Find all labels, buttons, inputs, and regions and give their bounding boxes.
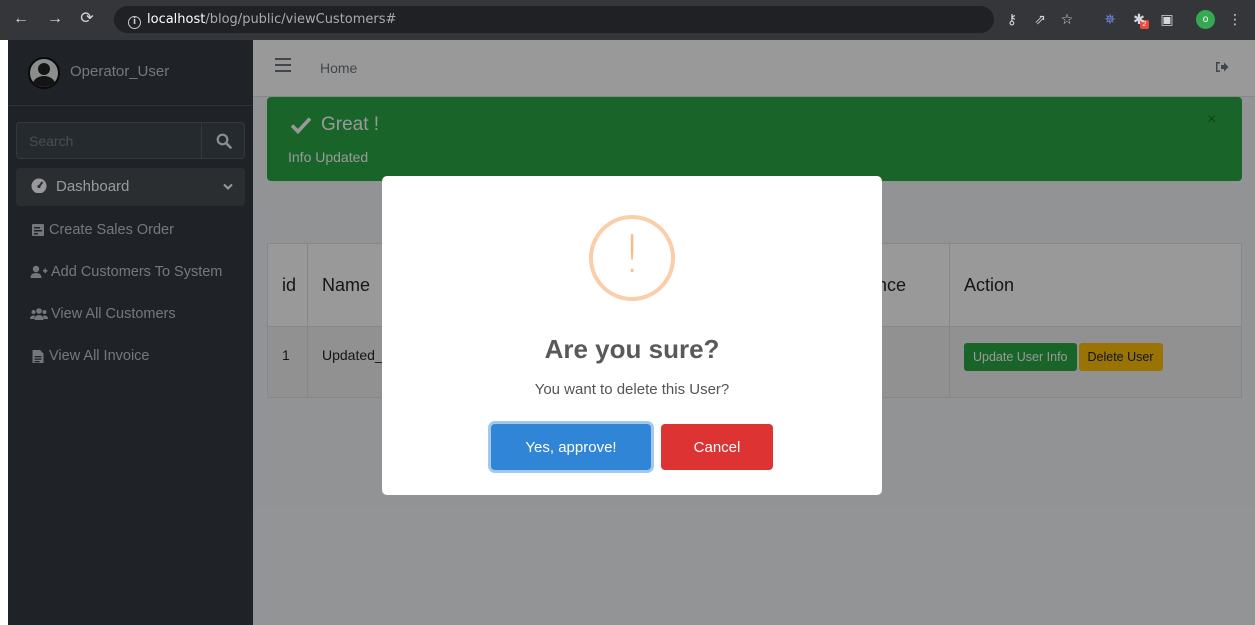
puzzle-icon[interactable]: ✱ (1129, 9, 1149, 29)
cancel-button[interactable]: Cancel (661, 424, 773, 470)
dialog-title: Are you sure? (544, 334, 720, 364)
extension-icon[interactable]: ✵ (1100, 9, 1120, 29)
site-info-icon[interactable]: i (128, 16, 141, 29)
browser-toolbar: ← → ⟳ i localhost/blog/public/viewCustome… (0, 0, 1255, 40)
warning-icon-glyph: ! (621, 225, 643, 285)
dialog-message: You want to delete this User? (534, 381, 730, 398)
share-icon[interactable]: ⇗ (1030, 9, 1050, 29)
bookmark-star-icon[interactable]: ☆ (1057, 9, 1077, 29)
url-host: localhost (147, 12, 206, 27)
key-icon[interactable]: ⚷ (1002, 9, 1022, 29)
menu-dots-icon[interactable]: ⋮ (1225, 9, 1245, 29)
confirm-button[interactable]: Yes, approve! (491, 424, 651, 470)
forward-arrow-icon[interactable]: → (44, 8, 66, 30)
address-bar[interactable]: i localhost/blog/public/viewCustomers# (114, 6, 994, 33)
url-path: /blog/public/viewCustomers# (205, 12, 397, 27)
reload-icon[interactable]: ⟳ (76, 8, 98, 30)
confirm-dialog: ! Are you sure? You want to delete this … (382, 176, 882, 495)
side-panel-icon[interactable]: ▣ (1157, 9, 1177, 29)
back-arrow-icon[interactable]: ← (10, 8, 32, 30)
profile-avatar[interactable]: o (1196, 10, 1215, 29)
